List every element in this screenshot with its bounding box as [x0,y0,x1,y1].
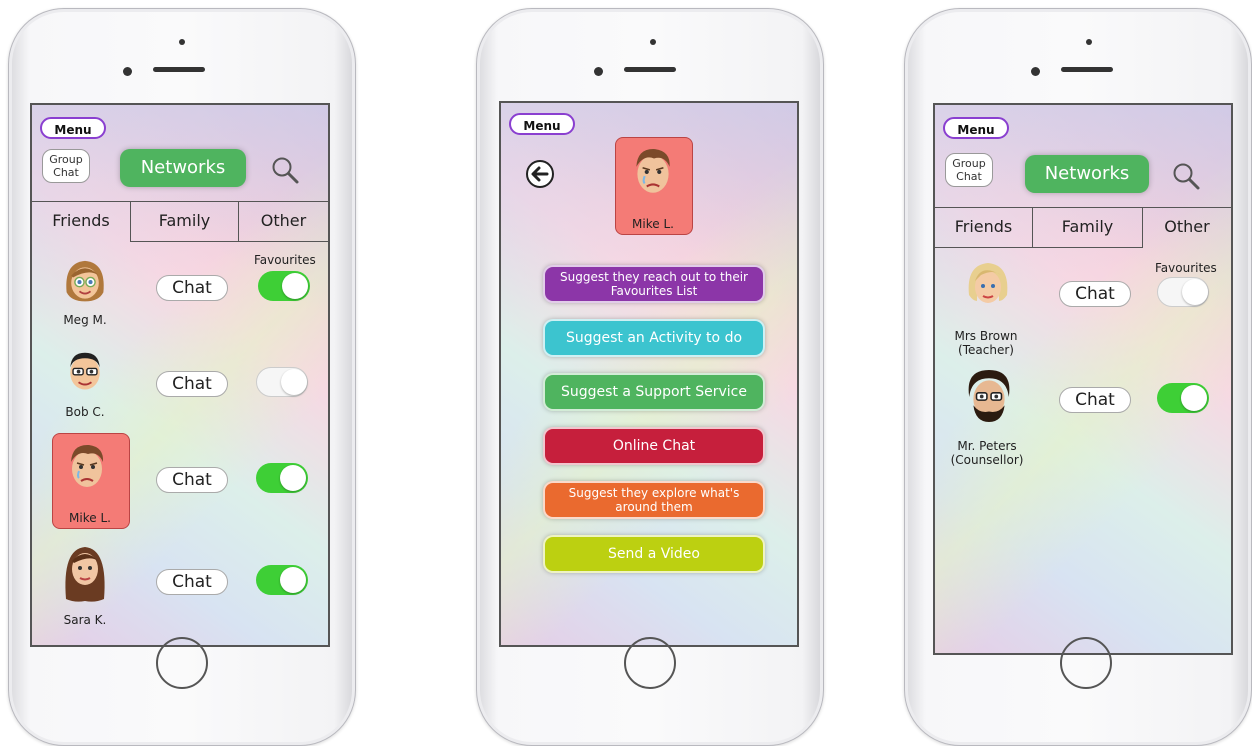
action-online-chat[interactable]: Online Chat [543,427,765,465]
tab-friends[interactable]: Friends [935,208,1033,248]
menu-button[interactable]: Menu [40,117,106,139]
favourite-toggle[interactable] [1157,277,1209,307]
favourite-toggle[interactable] [258,271,310,301]
sensor-dot [179,39,185,45]
contact-name: Mike L. [69,511,111,525]
contact-name: Mike L. [632,217,674,231]
screen: Menu Group Chat Networks Friends Family … [30,103,330,647]
contact-name: Sara K. [63,613,107,627]
action-suggest-activity[interactable]: Suggest an Activity to do [543,319,765,357]
contact-name: Mr. Peters (Counsellor) [950,439,1024,467]
sensor-dot [1086,39,1092,45]
tab-bar: Friends Family Other [32,201,328,242]
home-button[interactable] [1060,637,1112,689]
action-label: Suggest they explore what's around them [568,486,740,514]
action-label: Send a Video [608,546,700,562]
action-explore-around[interactable]: Suggest they explore what's around them [543,481,765,519]
menu-button[interactable]: Menu [509,113,575,135]
favourite-toggle[interactable] [1157,383,1209,413]
tab-other[interactable]: Other [1143,208,1231,248]
avatar[interactable] [62,345,108,401]
contact-name: Meg M. [63,313,107,327]
phone-contact-actions: Menu Mike L. Suggest they reach out to t… [476,8,824,746]
contact-name: Bob C. [65,405,105,419]
earpiece [1061,67,1113,72]
sensor-dot [650,39,656,45]
earpiece [153,67,205,72]
networks-button[interactable]: Networks [1025,155,1149,193]
favourite-toggle[interactable] [256,463,308,493]
menu-button[interactable]: Menu [943,117,1009,139]
tab-family[interactable]: Family [1033,208,1143,248]
chat-button[interactable]: Chat [1059,281,1131,307]
favourites-label: Favourites [254,253,316,267]
avatar[interactable] [62,437,112,499]
favourite-toggle[interactable] [256,367,308,397]
contact-name: Mrs Brown (Teacher) [954,329,1018,357]
phone-networks-friends: Menu Group Chat Networks Friends Family … [8,8,356,746]
home-button[interactable] [624,637,676,689]
action-label: Suggest an Activity to do [565,330,743,346]
chat-button[interactable]: Chat [156,275,228,301]
avatar[interactable] [963,365,1015,429]
action-send-video[interactable]: Send a Video [543,535,765,573]
action-reach-out-favourites[interactable]: Suggest they reach out to their Favourit… [543,265,765,303]
tab-family[interactable]: Family [131,202,239,242]
favourites-label: Favourites [1155,261,1217,275]
action-label: Online Chat [612,438,696,454]
chat-button[interactable]: Chat [156,467,228,493]
screen: Menu Mike L. Suggest they reach out to t… [499,101,799,647]
group-chat-button[interactable]: Group Chat [42,149,90,183]
front-camera [594,67,603,76]
chat-button[interactable]: Chat [156,569,228,595]
phone-networks-other: Menu Group Chat Networks Friends Family … [904,8,1252,746]
tab-friends[interactable]: Friends [32,202,131,242]
tab-bar: Friends Family Other [935,207,1231,248]
tab-other[interactable]: Other [239,202,328,242]
avatar[interactable] [62,255,108,311]
avatar[interactable] [60,539,110,609]
favourite-toggle[interactable] [256,565,308,595]
avatar [636,149,670,193]
chat-button[interactable]: Chat [156,371,228,397]
action-label: Suggest they reach out to their Favourit… [560,270,748,298]
earpiece [624,67,676,72]
front-camera [123,67,132,76]
home-button[interactable] [156,637,208,689]
action-suggest-support-service[interactable]: Suggest a Support Service [543,373,765,411]
chat-button[interactable]: Chat [1059,387,1131,413]
front-camera [1031,67,1040,76]
group-chat-button[interactable]: Group Chat [945,153,993,187]
action-label: Suggest a Support Service [561,384,747,400]
back-arrow-icon[interactable] [525,159,555,189]
avatar[interactable] [963,255,1013,319]
screen: Menu Group Chat Networks Friends Family … [933,103,1233,655]
networks-button[interactable]: Networks [120,149,246,187]
search-icon[interactable] [1171,161,1201,191]
search-icon[interactable] [270,155,300,185]
